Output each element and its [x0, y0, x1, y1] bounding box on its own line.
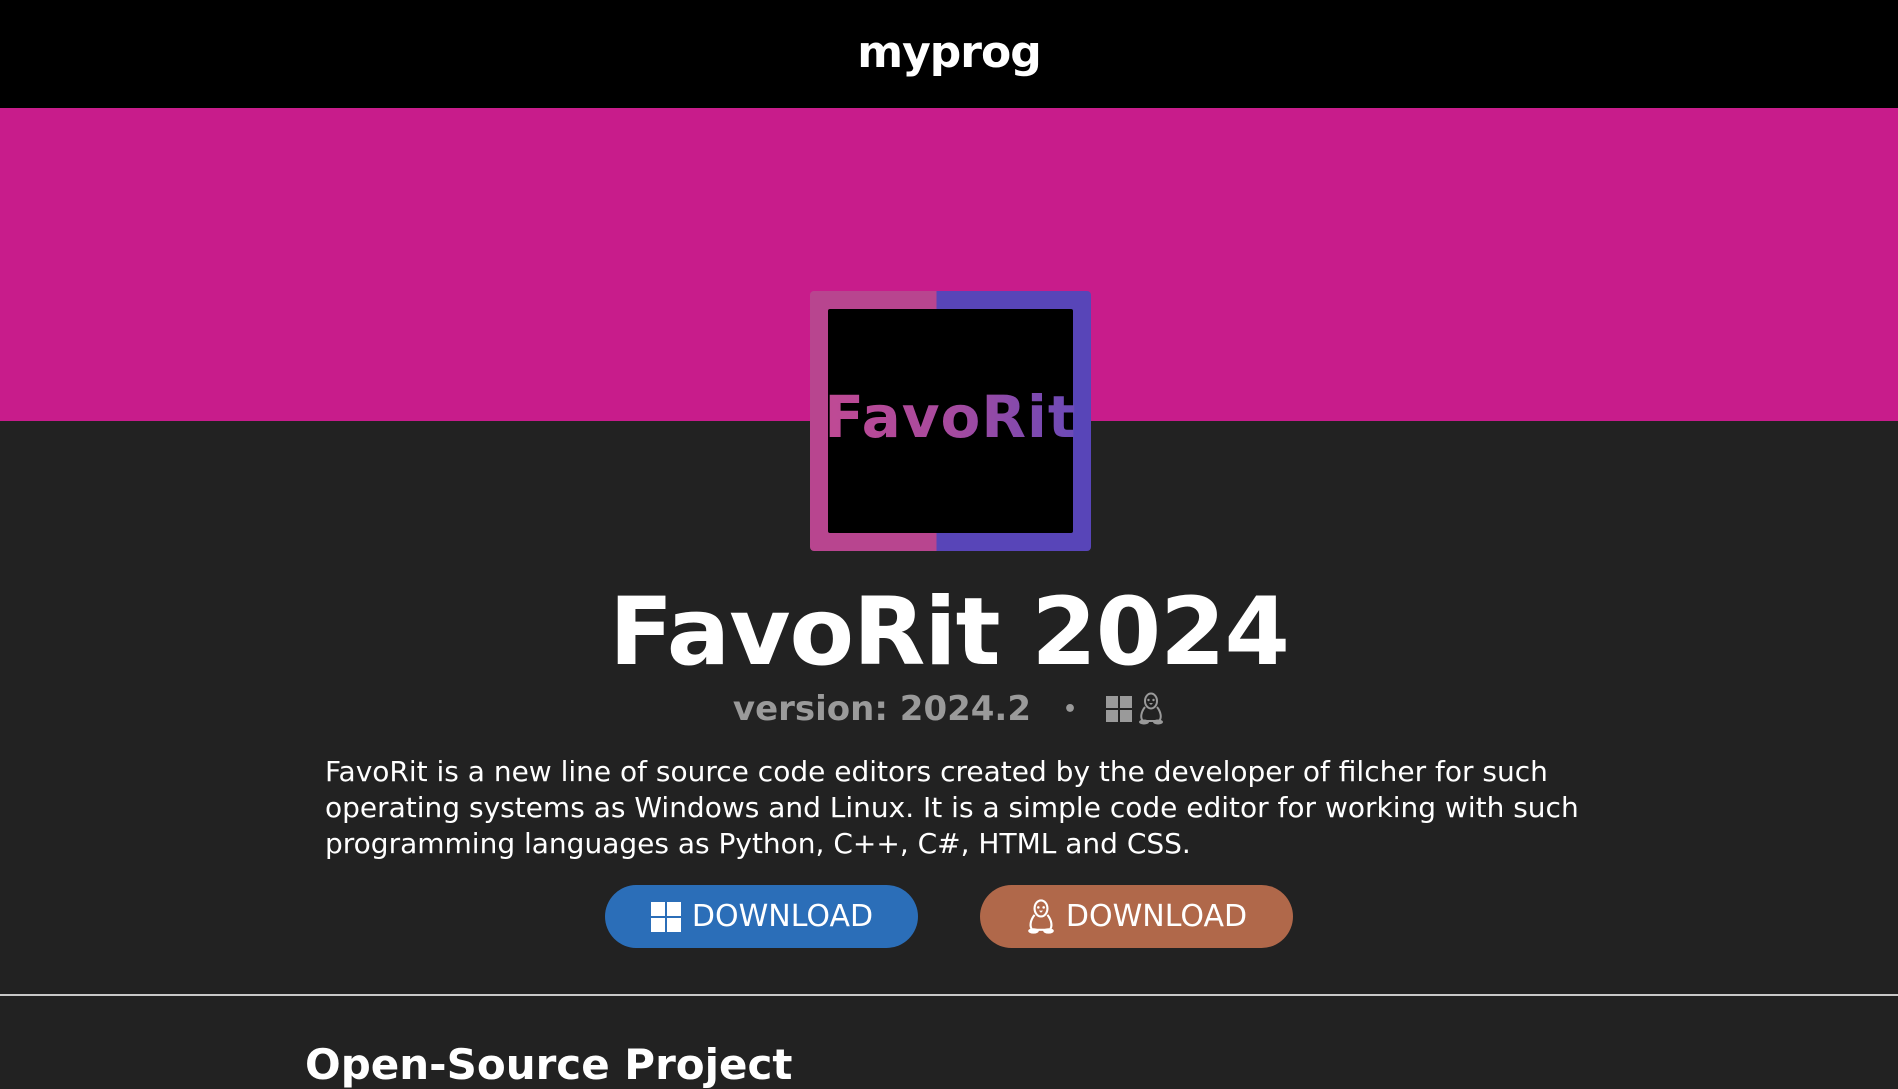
download-linux-label: DOWNLOAD — [1065, 899, 1248, 934]
section-divider — [0, 994, 1898, 996]
section-heading: Open-Source Project — [305, 1040, 793, 1089]
separator-dot: • — [1063, 696, 1078, 722]
version-text: version: 2024.2 — [732, 689, 1032, 729]
brand-logo-link[interactable]: myprog — [857, 27, 1041, 78]
app-logo-inner: FavoRit — [824, 309, 1076, 533]
page-title: FavoRit 2024 — [609, 578, 1290, 687]
product-description: FavoRit is a new line of source code edi… — [325, 755, 1579, 860]
platform-icons — [1105, 692, 1165, 726]
download-linux-button[interactable]: DOWNLOAD — [980, 885, 1293, 948]
linux-icon — [1026, 898, 1056, 936]
windows-icon — [650, 901, 682, 933]
windows-icon — [1105, 695, 1133, 723]
app-logo: FavoRit — [810, 291, 1091, 551]
app-logo-text: FavoRit — [824, 383, 1077, 451]
download-windows-label: DOWNLOAD — [691, 899, 874, 934]
top-navbar: myprog — [0, 0, 1898, 108]
download-windows-button[interactable]: DOWNLOAD — [605, 885, 918, 948]
version-line: version: 2024.2 • — [0, 686, 1898, 732]
linux-icon — [1137, 692, 1165, 726]
